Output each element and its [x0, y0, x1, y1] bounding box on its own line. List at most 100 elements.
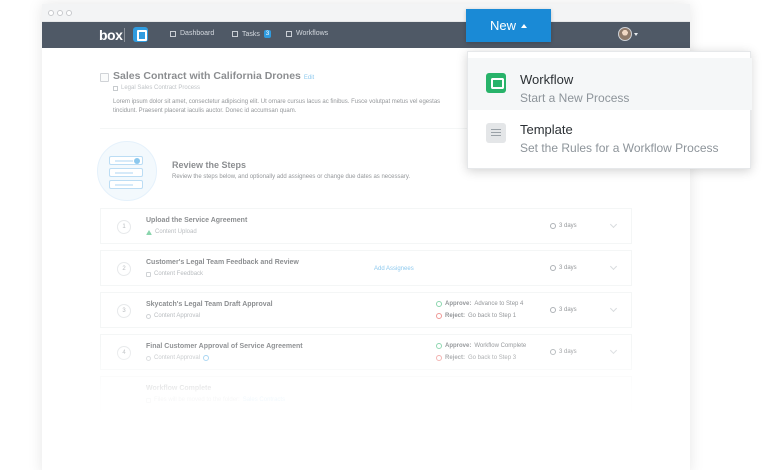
step-type: Content Approval	[146, 355, 210, 361]
chevron-down-icon[interactable]	[609, 304, 618, 313]
step-type-label: Files will be moved to the folder:	[154, 397, 240, 403]
divider	[100, 128, 480, 129]
approve-text: Advance to Step 4	[474, 301, 524, 307]
menu-item-title: Workflow	[520, 72, 574, 87]
top-navbar: box Dashboard Tasks 3 Workflows	[42, 22, 690, 48]
new-dropdown-menu: Workflow Start a New Process Template Se…	[467, 51, 752, 169]
chevron-down-icon[interactable]	[609, 220, 618, 229]
new-button-label: New	[489, 18, 516, 33]
menu-item-template[interactable]: Template Set the Rules for a Workflow Pr…	[468, 108, 752, 160]
tasks-count-badge: 3	[263, 30, 272, 38]
workflow-icon	[286, 30, 292, 37]
illustration-card	[109, 168, 143, 177]
due-date-label: 3 days	[559, 265, 577, 271]
step-row-2[interactable]: 2 Customer's Legal Team Feedback and Rev…	[100, 250, 632, 286]
step-type: Files will be moved to the folder: Sales …	[146, 397, 285, 403]
due-date[interactable]: 3 days	[550, 265, 577, 271]
illustration-line	[115, 184, 133, 186]
nav-tasks-label: Tasks	[242, 30, 260, 38]
approve-label: Approve:	[445, 301, 472, 307]
nav-tasks[interactable]: Tasks 3	[232, 30, 272, 38]
step-title: Final Customer Approval of Service Agree…	[146, 343, 303, 350]
chevron-down-icon[interactable]	[609, 262, 618, 271]
check-circle-icon	[436, 301, 442, 307]
approval-icon	[146, 313, 151, 319]
due-date-label: 3 days	[559, 349, 577, 355]
add-assignees-link[interactable]: Add Assignees	[374, 266, 414, 272]
chevron-down-icon[interactable]	[634, 33, 638, 36]
illustration-card	[109, 180, 143, 189]
step-type: Content Feedback	[146, 271, 203, 277]
workflow-icon	[486, 73, 506, 93]
due-date[interactable]: 3 days	[550, 349, 577, 355]
approve-rule: Approve: Advance to Step 4	[436, 301, 523, 307]
nav-dashboard[interactable]: Dashboard	[170, 30, 214, 37]
nav-workflows[interactable]: Workflows	[286, 30, 328, 37]
step-number: 4	[117, 346, 131, 360]
x-circle-icon	[436, 355, 442, 361]
stage: box Dashboard Tasks 3 Workflows Sales Co…	[0, 0, 768, 470]
sales-contracts-folder-link[interactable]: Sales Contracts	[243, 397, 285, 403]
window-maximize-dot[interactable]	[66, 10, 72, 16]
clock-icon	[550, 349, 556, 355]
step-title: Upload the Service Agreement	[146, 217, 248, 224]
due-date[interactable]: 3 days	[550, 223, 577, 229]
new-button[interactable]: New	[466, 9, 551, 42]
menu-item-subtitle: Start a New Process	[520, 91, 630, 105]
upload-icon	[146, 229, 152, 235]
step-row-4[interactable]: 4 Final Customer Approval of Service Agr…	[100, 334, 632, 370]
x-circle-icon	[436, 313, 442, 319]
nav-workflows-label: Workflows	[296, 30, 329, 37]
step-type-label: Content Approval	[154, 355, 201, 361]
due-date-label: 3 days	[559, 307, 577, 313]
step-type-label: Content Approval	[154, 313, 201, 319]
steps-illustration	[97, 141, 157, 201]
page-title: Sales Contract with California Drones Edi…	[113, 70, 314, 82]
template-icon	[486, 123, 506, 143]
clock-icon	[550, 307, 556, 313]
step-type: Content Upload	[146, 229, 197, 235]
step-title: Customer's Legal Team Feedback and Revie…	[146, 259, 299, 266]
step-title: Skycatch's Legal Team Draft Approval	[146, 301, 273, 308]
reject-label: Reject:	[445, 313, 466, 319]
review-steps-description: Review the steps below, and optionally a…	[172, 174, 411, 180]
review-steps-title: Review the Steps	[172, 160, 247, 170]
box-logo[interactable]: box	[99, 27, 123, 43]
approve-text: Workflow Complete	[474, 343, 527, 349]
edit-link[interactable]: Edit	[304, 75, 314, 81]
clock-icon	[550, 223, 556, 229]
due-date-label: 3 days	[559, 223, 577, 229]
due-date[interactable]: 3 days	[550, 307, 577, 313]
check-icon	[117, 388, 131, 402]
chevron-down-icon[interactable]	[609, 346, 618, 355]
approval-icon	[146, 355, 151, 361]
window-close-dot[interactable]	[48, 10, 54, 16]
approve-label: Approve:	[445, 343, 472, 349]
reject-rule: Reject: Go back to Step 1	[436, 313, 516, 319]
checkbox-icon[interactable]	[100, 73, 109, 82]
window-minimize-dot[interactable]	[57, 10, 63, 16]
step-row-3[interactable]: 3 Skycatch's Legal Team Draft Approval C…	[100, 292, 632, 328]
step-title: Workflow Complete	[146, 385, 212, 392]
step-row-1[interactable]: 1 Upload the Service Agreement Content U…	[100, 208, 632, 244]
illustration-line	[115, 160, 133, 162]
comment-icon	[146, 271, 151, 277]
template-icon	[113, 85, 118, 91]
user-avatar[interactable]	[618, 27, 632, 41]
menu-item-title: Template	[520, 122, 573, 137]
check-circle-icon	[436, 343, 442, 349]
step-number: 2	[117, 262, 131, 276]
nav-separator	[124, 28, 125, 42]
step-type-label: Content Feedback	[154, 271, 204, 277]
step-number: 1	[117, 220, 131, 234]
chevron-up-icon	[521, 23, 527, 28]
reject-text: Go back to Step 1	[468, 313, 517, 319]
folder-icon	[146, 397, 151, 403]
relay-app-icon[interactable]	[133, 27, 148, 42]
step-type-label: Content Upload	[155, 229, 197, 235]
refresh-icon	[203, 355, 210, 361]
check-icon	[134, 158, 140, 164]
process-subtitle-text: Legal Sales Contract Process	[121, 85, 201, 91]
menu-item-workflow[interactable]: Workflow Start a New Process	[468, 58, 752, 110]
step-row-complete[interactable]: Workflow Complete Files will be moved to…	[100, 376, 632, 412]
